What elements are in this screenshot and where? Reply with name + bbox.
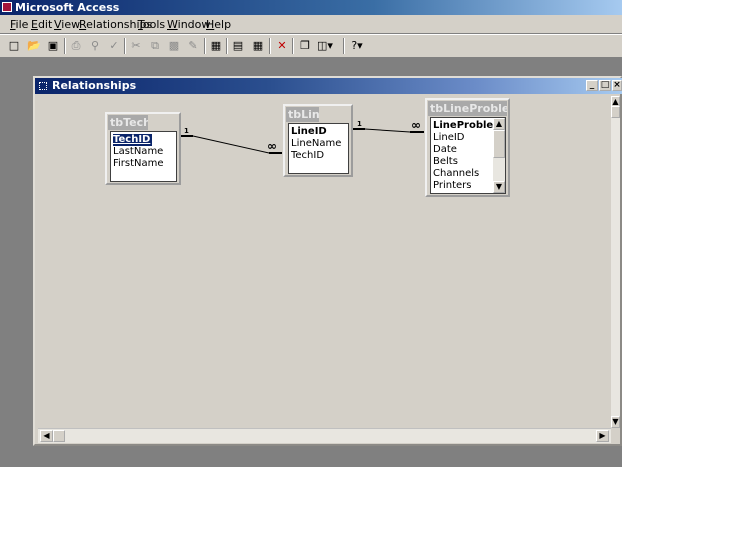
menu-window[interactable]: Window [167,18,210,31]
toolbar-separator [269,38,271,54]
field-firstname[interactable]: FirstName [113,158,164,170]
minimize-button[interactable]: _ [586,80,598,91]
relationship-line-techid[interactable] [192,135,270,154]
print-preview-icon[interactable]: ⚲ [87,38,103,54]
scroll-thumb[interactable] [611,106,620,118]
vertical-scrollbar[interactable]: ▲ ▼ [611,96,620,428]
field-date[interactable]: Date [433,144,457,156]
scroll-thumb[interactable] [493,130,505,158]
toolbar: □ 📂 ▣ ⎙ ⚲ ✓ ✂ ⧉ ▩ ✎ ▦ ▤ ▦ ✕ ❐ ◫▾ ?▾ [0,34,622,58]
field-lineid[interactable]: LineID [291,126,327,138]
relationships-window-icon[interactable] [39,82,47,90]
field-list[interactable]: LineID LineName TechID [288,123,349,174]
field-channels[interactable]: Channels [433,168,479,180]
toolbar-separator [343,38,345,54]
paste-icon[interactable]: ▩ [166,38,182,54]
field-lineid[interactable]: LineID [433,132,465,144]
copy-icon[interactable]: ⧉ [147,38,163,54]
menu-bar: File Edit View Relationships Tools Windo… [0,15,622,34]
maximize-button[interactable]: □ [599,80,611,91]
menu-view[interactable]: View [54,18,80,31]
scroll-left-icon[interactable]: ◀ [40,430,53,442]
table-tbline[interactable]: tbLine LineID LineName TechID [283,104,353,177]
menu-tools[interactable]: Tools [138,18,165,31]
relationship-many-label: ∞ [411,118,421,132]
print-icon[interactable]: ⎙ [68,38,84,54]
table-title[interactable]: tbLineProblems [428,101,507,116]
field-list-scrollbar[interactable]: ▲ ▼ [493,118,505,193]
relationship-one-label: 1 [357,120,362,128]
help-icon[interactable]: ?▾ [349,38,365,54]
field-linename[interactable]: LineName [291,138,341,150]
scroll-up-icon[interactable]: ▲ [493,118,505,130]
relationships-title: Relationships [52,79,137,92]
toolbar-separator [124,38,126,54]
office-links-icon[interactable]: ◫▾ [317,38,333,54]
menu-help[interactable]: Help [206,18,231,31]
menu-file[interactable]: File [10,18,28,31]
spelling-icon[interactable]: ✓ [106,38,122,54]
table-tbtechs[interactable]: tbTechs TechID LastName FirstName [105,112,181,185]
relationship-one-label: 1 [184,127,189,135]
table-title[interactable]: tbTechs [108,115,148,130]
field-belts[interactable]: Belts [433,156,458,168]
menu-edit[interactable]: Edit [31,18,52,31]
show-table-icon[interactable]: ▦ [208,38,224,54]
relationships-window: Relationships _ □ × 1 ∞ 1 ∞ tbTechs [33,76,622,446]
delete-icon[interactable]: ✕ [274,38,290,54]
horizontal-scrollbar[interactable]: ◀ ▶ [38,428,611,443]
field-printers[interactable]: Printers [433,180,471,192]
save-icon[interactable]: ▣ [45,38,61,54]
field-techid[interactable]: TechID [113,134,153,146]
toolbar-separator [204,38,206,54]
toolbar-separator [292,38,294,54]
open-icon[interactable]: 📂 [26,38,42,54]
scroll-down-icon[interactable]: ▼ [493,181,505,193]
access-key-icon[interactable] [2,2,12,12]
relationship-many-label: ∞ [267,139,277,153]
relationships-canvas[interactable]: 1 ∞ 1 ∞ tbTechs TechID LastName FirstNam… [38,96,611,428]
table-tblineproblems[interactable]: tbLineProblems LineProblemsID LineID Dat… [425,98,510,197]
relationships-title-bar[interactable]: Relationships _ □ × [35,78,622,94]
toolbar-separator [64,38,66,54]
cut-icon[interactable]: ✂ [128,38,144,54]
toolbar-separator [226,38,228,54]
access-app-window: Microsoft Access File Edit View Relation… [0,0,622,467]
show-all-icon[interactable]: ▦ [250,38,266,54]
field-list[interactable]: LineProblemsID LineID Date Belts Channel… [430,117,506,194]
new-object-icon[interactable]: ❐ [297,38,313,54]
field-list[interactable]: TechID LastName FirstName [110,131,177,182]
scroll-thumb[interactable] [53,430,65,442]
table-title[interactable]: tbLine [286,107,319,122]
field-lastname[interactable]: LastName [113,146,163,158]
show-direct-icon[interactable]: ▤ [230,38,246,54]
relationship-line-lineid[interactable] [364,128,411,133]
scroll-down-icon[interactable]: ▼ [611,416,620,428]
new-icon[interactable]: □ [6,38,22,54]
scroll-right-icon[interactable]: ▶ [596,430,609,442]
app-title-bar[interactable]: Microsoft Access [0,0,622,15]
field-techid[interactable]: TechID [291,150,324,162]
app-title: Microsoft Access [15,1,120,14]
close-button[interactable]: × [612,80,622,91]
format-painter-icon[interactable]: ✎ [185,38,201,54]
